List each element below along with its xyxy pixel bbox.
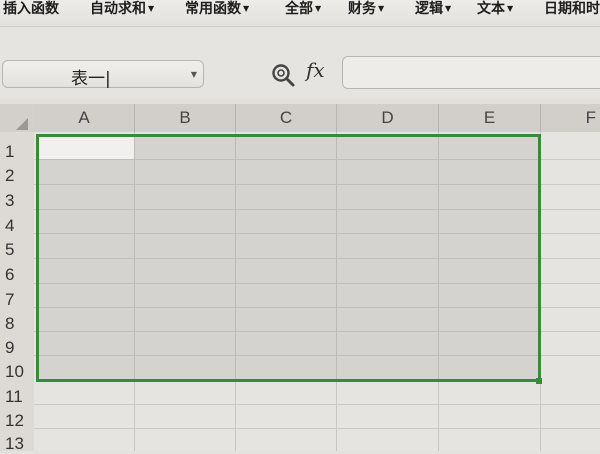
column-header-f[interactable]: F: [541, 104, 600, 132]
row-header-8[interactable]: 8: [0, 314, 34, 334]
name-box-value: 表一|: [71, 69, 111, 89]
row-header-4[interactable]: 4: [0, 216, 34, 236]
row-header-7[interactable]: 7: [0, 290, 34, 310]
row-header-5[interactable]: 5: [0, 240, 34, 260]
chevron-down-icon: ▼: [315, 4, 322, 13]
chevron-down-icon: ▼: [378, 4, 385, 13]
common-functions-label: 常用函数: [185, 1, 241, 17]
row-header-1[interactable]: 1: [0, 142, 34, 162]
text-functions-button[interactable]: 文本 ▼: [477, 0, 513, 22]
grid-line: [34, 428, 600, 429]
text-functions-label: 文本: [477, 1, 505, 17]
insert-function-label: 插入函数: [3, 1, 59, 17]
financial-functions-button[interactable]: 财务 ▼: [348, 0, 384, 22]
formula-input[interactable]: [342, 56, 600, 89]
row-header-11[interactable]: 11: [0, 387, 34, 407]
name-box[interactable]: 表一| ▼: [2, 60, 204, 89]
all-functions-label: 全部: [285, 1, 313, 17]
column-header-d[interactable]: D: [337, 104, 439, 132]
chevron-down-icon: ▼: [243, 4, 250, 13]
financial-functions-label: 财务: [348, 1, 376, 17]
grid-line: [34, 404, 600, 405]
row-header-6[interactable]: 6: [0, 265, 34, 285]
chevron-down-icon: ▼: [507, 4, 514, 13]
insert-function-button[interactable]: 插入函数: [3, 0, 59, 22]
datetime-functions-label: 日期和时: [544, 1, 600, 17]
chevron-down-icon: ▼: [148, 4, 155, 13]
row-header-10[interactable]: 10: [0, 362, 34, 382]
row-header-9[interactable]: 9: [0, 338, 34, 358]
logical-functions-button[interactable]: 逻辑 ▼: [415, 0, 451, 22]
all-functions-button[interactable]: 全部 ▼: [285, 0, 321, 22]
selection-range[interactable]: [36, 134, 541, 382]
logical-functions-label: 逻辑: [415, 1, 443, 17]
column-header-c[interactable]: C: [236, 104, 337, 132]
column-header-b[interactable]: B: [135, 104, 236, 132]
select-all-triangle-icon: [16, 118, 28, 130]
common-functions-button[interactable]: 常用函数 ▼: [185, 0, 249, 22]
row-header-13[interactable]: 13: [0, 434, 34, 454]
chevron-down-icon[interactable]: ▼: [191, 70, 197, 79]
row-header-2[interactable]: 2: [0, 166, 34, 186]
formula-ribbon: 插入函数 自动求和 ▼ 常用函数 ▼ 全部 ▼ 财务 ▼ 逻辑 ▼ 文本 ▼ 日期和时: [0, 0, 600, 27]
datetime-functions-button[interactable]: 日期和时: [544, 0, 600, 22]
autosum-label: 自动求和: [90, 1, 146, 17]
row-header-3[interactable]: 3: [0, 191, 34, 211]
chevron-down-icon: ▼: [445, 4, 452, 13]
column-header-a[interactable]: A: [34, 104, 135, 132]
row-header-12[interactable]: 12: [0, 411, 34, 431]
column-header-e[interactable]: E: [439, 104, 541, 132]
magnifier-icon[interactable]: [270, 62, 296, 88]
autosum-button[interactable]: 自动求和 ▼: [90, 0, 154, 22]
active-cell-a1[interactable]: [39, 137, 134, 159]
function-icon[interactable]: fx: [306, 58, 325, 82]
fill-handle[interactable]: [536, 378, 542, 384]
